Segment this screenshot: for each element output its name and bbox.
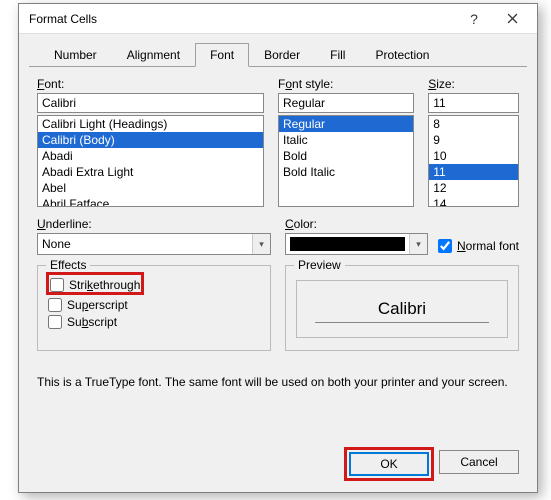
list-item[interactable]: 11 [429,164,518,180]
superscript-checkbox[interactable]: Superscript [48,298,260,312]
list-item[interactable]: Abril Fatface [38,196,263,207]
help-button[interactable]: ? [455,5,493,33]
font-listbox[interactable]: Calibri Light (Headings) Calibri (Body) … [37,115,264,207]
subscript-checkbox[interactable]: Subscript [48,315,260,329]
close-icon [507,13,518,24]
cancel-button[interactable]: Cancel [439,450,519,474]
tab-fill[interactable]: Fill [315,43,360,67]
tab-border[interactable]: Border [249,43,315,67]
list-item[interactable]: Calibri Light (Headings) [38,116,263,132]
chevron-down-icon: ▾ [252,234,270,254]
list-item[interactable]: Italic [279,132,413,148]
font-style-listbox[interactable]: Regular Italic Bold Bold Italic [278,115,414,207]
underline-combo[interactable]: None ▾ [37,233,271,255]
underline-label: Underline: [37,217,271,231]
preview-legend: Preview [294,258,345,272]
list-item[interactable]: 10 [429,148,518,164]
size-listbox[interactable]: 8 9 10 11 12 14 [428,115,519,207]
tab-strip: Number Alignment Font Border Fill Protec… [19,34,537,66]
list-item[interactable]: 8 [429,116,518,132]
superscript-input[interactable] [48,298,62,312]
subscript-input[interactable] [48,315,62,329]
color-swatch [290,237,405,251]
color-combo[interactable]: ▾ [285,233,428,255]
strikethrough-input[interactable] [50,278,64,292]
tab-content: Font: Calibri Light (Headings) Calibri (… [19,67,537,492]
list-item[interactable]: Abel [38,180,263,196]
font-style-label: Font style: [278,77,414,91]
titlebar: Format Cells ? [19,4,537,34]
effects-group: Effects Strikethrough Superscript Subscr… [37,265,271,351]
tab-number[interactable]: Number [39,43,112,67]
chevron-down-icon: ▾ [409,234,427,254]
list-item[interactable]: 9 [429,132,518,148]
list-item[interactable]: Bold [279,148,413,164]
list-item[interactable]: 14 [429,196,518,207]
list-item[interactable]: Abadi Extra Light [38,164,263,180]
tab-font[interactable]: Font [195,43,249,67]
size-label: Size: [428,77,519,91]
close-button[interactable] [493,5,531,33]
strikethrough-checkbox[interactable]: Strikethrough [50,278,140,292]
tab-protection[interactable]: Protection [360,43,444,67]
font-input[interactable] [37,93,264,113]
list-item[interactable]: 12 [429,180,518,196]
normal-font-checkbox[interactable]: Normal font [438,239,519,253]
list-item[interactable]: Calibri (Body) [38,132,263,148]
color-label: Color: [285,217,428,231]
font-label: Font: [37,77,264,91]
effects-legend: Effects [46,258,90,272]
font-style-input[interactable] [278,93,414,113]
normal-font-input[interactable] [438,239,452,253]
list-item[interactable]: Bold Italic [279,164,413,180]
ok-button[interactable]: OK [349,452,429,476]
preview-sample: Calibri [372,299,432,319]
list-item[interactable]: Regular [279,116,413,132]
list-item[interactable]: Abadi [38,148,263,164]
preview-box: Calibri [296,280,508,338]
underline-value: None [38,237,252,251]
preview-group: Preview Calibri [285,265,519,351]
font-note: This is a TrueType font. The same font w… [37,375,519,389]
tab-alignment[interactable]: Alignment [112,43,195,67]
window-title: Format Cells [29,12,455,26]
format-cells-dialog: Format Cells ? Number Alignment Font Bor… [18,3,538,493]
size-input[interactable] [428,93,519,113]
